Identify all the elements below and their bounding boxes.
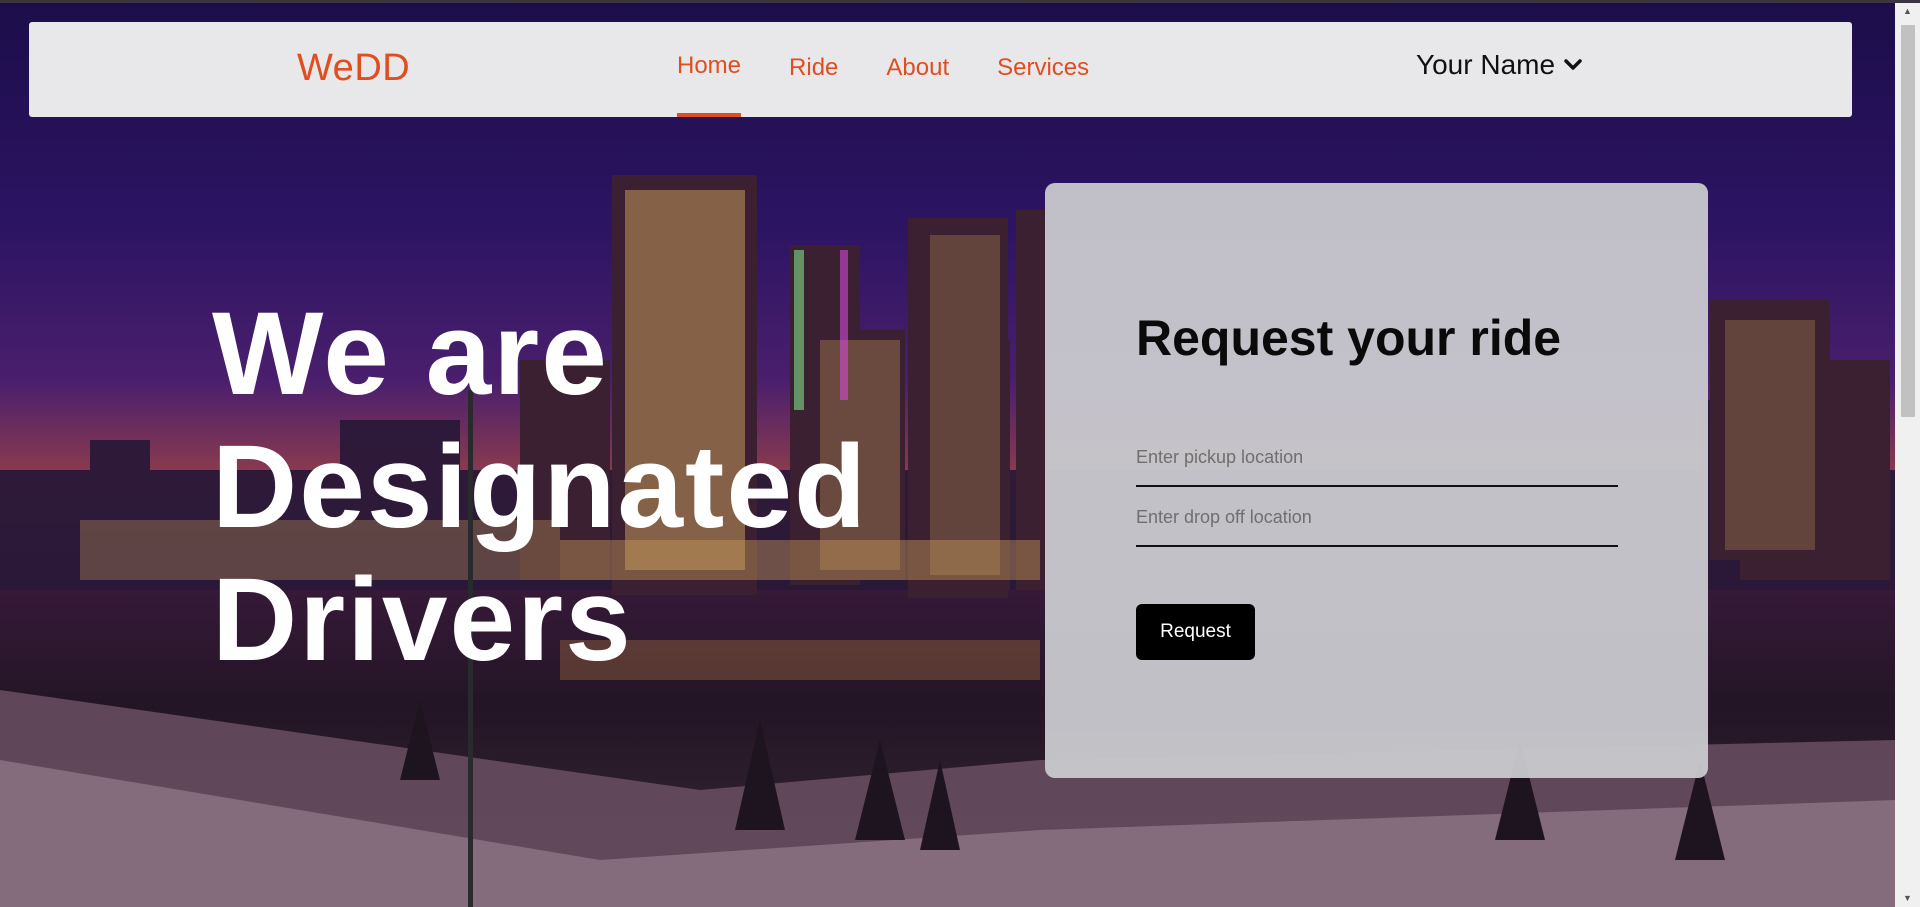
- request-card-title: Request your ride: [1136, 310, 1562, 366]
- chevron-down-icon: [1564, 59, 1582, 70]
- hero-line-2: Designated: [212, 421, 869, 553]
- page-scrollbar[interactable]: ▲ ▼: [1895, 3, 1920, 907]
- pickup-location-input[interactable]: [1136, 429, 1618, 487]
- nav-link-about[interactable]: About: [886, 22, 949, 117]
- scroll-down-arrow-icon[interactable]: ▼: [1895, 890, 1920, 907]
- nav-link-services[interactable]: Services: [997, 22, 1089, 117]
- nav-link-ride[interactable]: Ride: [789, 22, 838, 117]
- nav-link-home[interactable]: Home: [677, 22, 742, 117]
- request-ride-card: Request your ride Request: [1045, 183, 1708, 778]
- request-button[interactable]: Request: [1136, 604, 1255, 660]
- nav-links: Home Ride About Services: [677, 22, 1137, 117]
- top-navbar: WeDD Home Ride About Services Your Name: [29, 22, 1852, 117]
- user-name: Your Name: [1416, 49, 1556, 80]
- brand-logo[interactable]: WeDD: [297, 47, 410, 90]
- hero-line-1: We are: [212, 288, 609, 420]
- scroll-up-arrow-icon[interactable]: ▲: [1895, 3, 1920, 20]
- user-menu-dropdown[interactable]: Your Name: [1416, 49, 1583, 81]
- dropoff-location-input[interactable]: [1136, 489, 1618, 547]
- scrollbar-thumb[interactable]: [1901, 25, 1915, 417]
- hero-line-3: Drivers: [212, 554, 633, 686]
- hero-heading: We are Designated Drivers: [212, 288, 912, 687]
- window-top-border: [0, 0, 1920, 3]
